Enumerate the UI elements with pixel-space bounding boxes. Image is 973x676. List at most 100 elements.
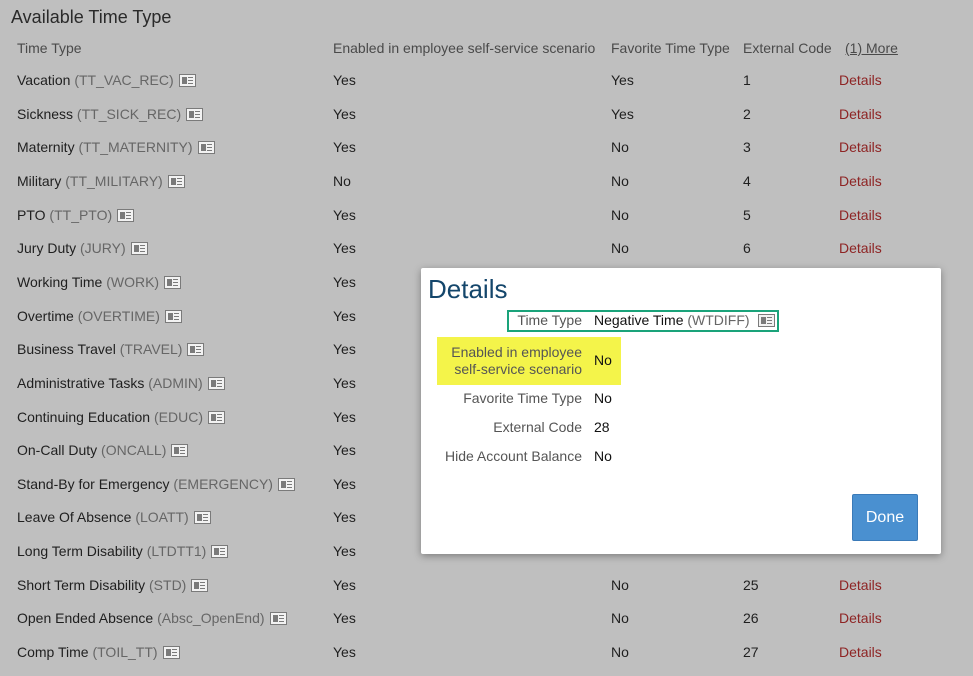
card-icon[interactable] [171,444,189,458]
enabled-cell: Yes [333,72,356,88]
external-code-cell: 5 [743,206,751,223]
card-icon[interactable] [186,107,204,121]
card-icon[interactable] [758,314,776,327]
enabled-cell: Yes [333,139,356,156]
card-icon[interactable] [162,646,180,660]
time-type-cell: Overtime (OVERTIME) [17,307,182,325]
time-type-code: (TOIL_TT) [92,644,158,661]
time-type-name: Administrative Tasks [17,374,145,391]
enabled-cell: Yes [333,610,356,627]
enabled-cell: Yes [333,644,356,661]
external-code-label: External Code [493,419,582,435]
table-row: Comp Time (TOIL_TT) Yes No 27 Details [0,643,973,676]
card-icon[interactable] [117,208,135,222]
enabled-cell: Yes [333,105,356,122]
card-icon[interactable] [164,275,182,289]
time-type-code: (LOATT) [135,509,189,526]
card-icon[interactable] [207,376,225,390]
time-type-name: Continuing Education [17,408,151,425]
details-link[interactable]: Details [839,206,882,224]
details-link[interactable]: Details [839,643,882,661]
favorite-cell: Yes [611,105,634,122]
enabled-label-line1: Enabled in employee [451,344,582,360]
time-type-cell: Administrative Tasks (ADMIN) [17,374,225,392]
details-dialog: Details Time Type Negative Time (WTDIFF)… [421,268,941,554]
table-row: Military (TT_MILITARY) No No 4 Details [0,172,973,205]
time-type-name: Leave Of Absence [17,509,132,526]
enabled-cell: Yes [333,240,356,257]
external-code-cell: 26 [743,610,759,627]
time-type-name: Military [17,172,62,189]
card-icon[interactable] [208,410,225,424]
time-type-name: On-Call Duty [17,442,98,459]
time-type-cell: Working Time (WORK) [17,273,182,291]
card-icon[interactable] [187,343,205,357]
card-icon[interactable] [130,242,148,256]
time-type-name: Open Ended Absence [17,610,154,627]
header-external-code[interactable]: External Code [743,40,832,56]
time-type-value: Negative Time (WTDIFF) [594,312,776,329]
details-link[interactable]: Details [839,609,882,627]
time-type-name: Maternity [17,139,75,156]
time-type-cell: PTO (TT_PTO) [17,206,135,224]
card-icon[interactable] [178,74,196,87]
external-code-cell: 27 [743,644,759,661]
time-type-name: PTO [17,206,46,223]
time-type-code: (EMERGENCY) [173,475,273,492]
more-columns-link[interactable]: (1) More [845,40,898,56]
details-link[interactable]: Details [839,138,882,156]
time-type-cell: Military (TT_MILITARY) [17,172,185,190]
card-icon[interactable] [197,141,215,155]
time-type-code: (TT_VAC_REC) [74,72,174,88]
time-type-name: Long Term Disability [17,543,143,560]
enabled-cell: No [333,172,351,189]
time-type-code: (TT_MATERNITY) [78,139,193,156]
favorite-label: Favorite Time Type [463,390,582,406]
card-icon[interactable] [167,174,185,188]
time-type-cell: Maternity (TT_MATERNITY) [17,138,215,156]
details-link[interactable]: Details [839,71,882,89]
details-link[interactable]: Details [839,172,882,190]
card-icon[interactable] [211,545,229,559]
header-favorite[interactable]: Favorite Time Type [611,40,730,56]
time-type-cell: Leave Of Absence (LOATT) [17,508,211,526]
time-type-name: Working Time [17,273,103,290]
details-link[interactable]: Details [839,239,882,257]
enabled-cell: Yes [333,273,356,290]
time-type-cell: Comp Time (TOIL_TT) [17,643,180,661]
done-button[interactable]: Done [852,494,918,541]
time-type-name: Sickness [17,105,74,122]
enabled-cell: Yes [333,509,356,526]
details-link[interactable]: Details [839,576,882,594]
card-icon[interactable] [193,511,211,525]
favorite-cell: No [611,576,629,593]
external-code-cell: 4 [743,172,751,189]
enabled-cell: Yes [333,576,356,593]
time-type-name: Vacation [17,72,71,88]
time-type-code: (LTDTT1) [146,543,207,560]
table-row: Short Term Disability (STD) Yes No 25 Detail… [0,576,973,609]
favorite-value: No [594,390,612,406]
time-type-code: (EDUC) [154,408,203,425]
table-row: Sickness (TT_SICK_REC) Yes Yes 2 Details [0,105,973,138]
enabled-cell: Yes [333,408,356,425]
card-icon[interactable] [164,309,182,323]
card-icon[interactable] [191,578,209,592]
enabled-cell: Yes [333,442,356,459]
header-enabled[interactable]: Enabled in employee self-service scenari… [333,40,595,56]
time-type-cell: Sickness (TT_SICK_REC) [17,105,204,123]
header-time-type[interactable]: Time Type [17,40,82,56]
time-type-name: Comp Time [17,644,89,661]
enabled-cell: Yes [333,543,356,560]
time-type-cell: On-Call Duty (ONCALL) [17,441,189,459]
external-code-cell: 3 [743,139,751,156]
time-type-cell: Continuing Education (EDUC) [17,408,225,426]
card-icon[interactable] [277,477,295,491]
external-code-cell: 25 [743,576,759,593]
time-type-code: (TRAVEL) [119,341,183,358]
favorite-cell: No [611,610,629,627]
favorite-cell: No [611,172,629,189]
details-link[interactable]: Details [839,105,882,123]
card-icon[interactable] [269,612,287,626]
table-row: Vacation (TT_VAC_REC) Yes Yes 1 Details [0,71,973,104]
